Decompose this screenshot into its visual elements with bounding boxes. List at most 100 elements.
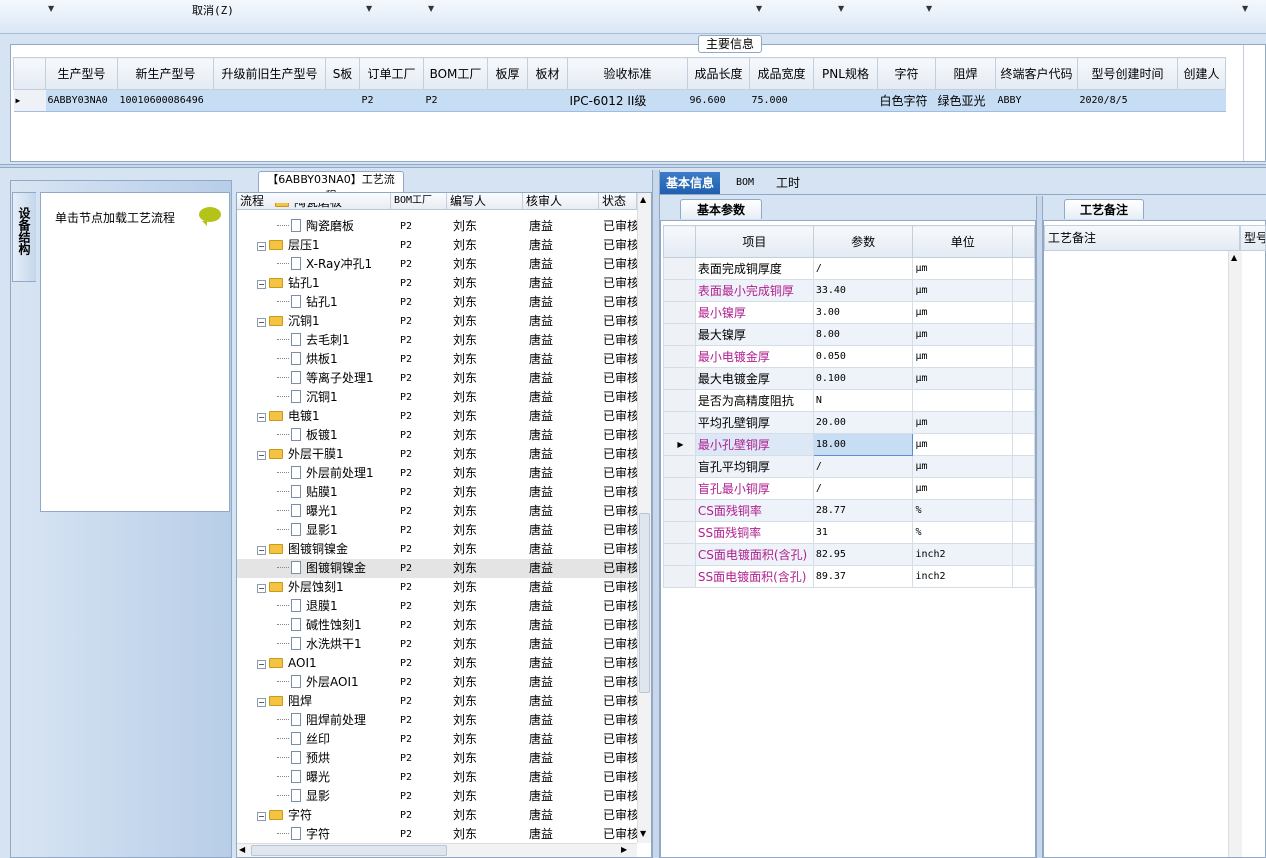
table-cell[interactable]: 96.600 — [687, 89, 750, 112]
side-tab-equipment-structure[interactable]: 设备结构 — [12, 192, 36, 282]
tree-row[interactable]: 外层AOI1 P2 刘东 唐益 已审核 — [237, 673, 637, 692]
table-cell[interactable] — [487, 89, 528, 112]
dropdown-arrow-icon[interactable]: ▼ — [1242, 4, 1248, 13]
tree-row[interactable]: − 字符 P2 刘东 唐益 已审核 — [237, 806, 637, 825]
dropdown-arrow-icon[interactable]: ▼ — [48, 4, 54, 13]
param-row[interactable]: 盲孔最小铜厚 / μm — [663, 477, 1035, 500]
tree-row[interactable]: 钻孔1 P2 刘东 唐益 已审核 — [237, 293, 637, 312]
column-header[interactable]: 生产型号 — [45, 57, 118, 90]
tree-row[interactable]: 显影1 P2 刘东 唐益 已审核 — [237, 521, 637, 540]
dropdown-arrow-icon[interactable]: ▼ — [428, 4, 434, 13]
param-value[interactable]: 82.95 — [812, 543, 914, 566]
tree-row[interactable]: − AOI1 P2 刘东 唐益 已审核 — [237, 654, 637, 673]
param-column-header[interactable]: 项目 — [694, 225, 814, 258]
vertical-splitter-left[interactable] — [652, 170, 660, 858]
vertical-splitter-right[interactable] — [1036, 196, 1043, 858]
column-header[interactable]: PNL规格 — [813, 57, 878, 90]
scroll-right-arrow-icon[interactable]: ▶ — [621, 845, 627, 854]
horizontal-scrollbar[interactable]: ◀ ▶ — [237, 843, 637, 857]
tree-row[interactable]: 板镀1 P2 刘东 唐益 已审核 — [237, 426, 637, 445]
tab-work-hours[interactable]: 工时 — [770, 172, 806, 194]
tree-row-partial[interactable]: 陶瓷磨板 — [237, 203, 637, 211]
param-value[interactable]: 33.40 — [812, 279, 914, 302]
collapse-icon[interactable]: − — [257, 698, 266, 707]
tab-basic-info[interactable]: 基本信息 — [660, 172, 721, 194]
param-value[interactable]: 31 — [812, 521, 914, 544]
table-cell[interactable]: 6ABBY03NA0 — [45, 89, 118, 112]
tab-process-notes[interactable]: 工艺备注 — [1064, 199, 1144, 219]
table-cell[interactable]: 白色字符 — [877, 89, 936, 112]
table-cell[interactable]: P2 — [359, 89, 424, 112]
scroll-thumb-h[interactable] — [251, 845, 447, 856]
param-column-header[interactable]: 单位 — [912, 225, 1014, 258]
tree-row[interactable]: 丝印 P2 刘东 唐益 已审核 — [237, 730, 637, 749]
tree-row[interactable]: 去毛刺1 P2 刘东 唐益 已审核 — [237, 331, 637, 350]
table-cell[interactable] — [213, 89, 326, 112]
tree-row[interactable]: − 外层干膜1 P2 刘东 唐益 已审核 — [237, 445, 637, 464]
param-column-header[interactable]: 参数 — [812, 225, 914, 258]
tree-row[interactable]: 碱性蚀刻1 P2 刘东 唐益 已审核 — [237, 616, 637, 635]
param-value[interactable]: 28.77 — [812, 499, 914, 522]
tree-row[interactable]: − 外层蚀刻1 P2 刘东 唐益 已审核 — [237, 578, 637, 597]
param-value[interactable]: 18.00 — [812, 433, 914, 456]
column-header[interactable]: 阻焊 — [935, 57, 996, 90]
table-row[interactable]: ▶ 6ABBY03NA0 10010600086496 P2 P2 IPC-6012 II… — [13, 89, 1226, 112]
column-header[interactable]: 字符 — [877, 57, 936, 90]
tree-row[interactable]: 字符 P2 刘东 唐益 已审核 — [237, 825, 637, 844]
column-header[interactable]: 型号创建时间 — [1077, 57, 1178, 90]
tree-row[interactable]: 曝光1 P2 刘东 唐益 已审核 — [237, 502, 637, 521]
tree-row[interactable]: 陶瓷磨板 P2 刘东 唐益 已审核 — [237, 217, 637, 236]
tree-row[interactable]: − 层压1 P2 刘东 唐益 已审核 — [237, 236, 637, 255]
tab-bom[interactable]: BOM — [730, 172, 760, 194]
param-row[interactable]: CS面电镀面积(含孔) 82.95 inch2 — [663, 543, 1035, 566]
table-cell[interactable]: 75.000 — [749, 89, 814, 112]
tree-row[interactable]: 等离子处理1 P2 刘东 唐益 已审核 — [237, 369, 637, 388]
param-row[interactable]: 最小电镀金厚 0.050 μm — [663, 345, 1035, 368]
tree-row[interactable]: − 钻孔1 P2 刘东 唐益 已审核 — [237, 274, 637, 293]
param-row[interactable]: 最大电镀金厚 0.100 μm — [663, 367, 1035, 390]
param-row[interactable]: 是否为高精度阻抗 N — [663, 389, 1035, 412]
dropdown-arrow-icon[interactable]: ▼ — [838, 4, 844, 13]
param-row[interactable]: ▶ 最小孔壁铜厚 18.00 μm — [663, 433, 1035, 456]
param-row[interactable]: 表面完成铜厚度 / μm — [663, 257, 1035, 280]
param-value[interactable]: 8.00 — [812, 323, 914, 346]
param-value[interactable]: 0.050 — [812, 345, 914, 368]
param-value[interactable]: N — [812, 389, 914, 412]
tree-row[interactable]: − 沉铜1 P2 刘东 唐益 已审核 — [237, 312, 637, 331]
column-header[interactable]: 成品宽度 — [749, 57, 814, 90]
param-value[interactable]: 0.100 — [812, 367, 914, 390]
vertical-scrollbar[interactable]: ▲ ▼ — [637, 193, 651, 843]
column-header[interactable]: 验收标准 — [567, 57, 688, 90]
column-header[interactable]: 创建人 — [1177, 57, 1226, 90]
param-value[interactable]: / — [812, 477, 914, 500]
table-cell[interactable] — [527, 89, 568, 112]
tree-row[interactable]: − 图镀铜镍金 P2 刘东 唐益 已审核 — [237, 540, 637, 559]
param-row[interactable]: 最大镍厚 8.00 μm — [663, 323, 1035, 346]
tree-row[interactable]: 显影 P2 刘东 唐益 已审核 — [237, 787, 637, 806]
column-header[interactable]: 成品长度 — [687, 57, 750, 90]
dropdown-arrow-icon[interactable]: ▼ — [366, 4, 372, 13]
collapse-icon[interactable]: − — [257, 546, 266, 555]
tree-row[interactable]: 预烘 P2 刘东 唐益 已审核 — [237, 749, 637, 768]
table-cell[interactable]: IPC-6012 II级 — [567, 89, 688, 112]
scroll-down-arrow-icon[interactable]: ▼ — [640, 829, 646, 838]
param-row[interactable]: 盲孔平均铜厚 / μm — [663, 455, 1035, 478]
table-cell[interactable]: 10010600086496 — [117, 89, 214, 112]
column-header[interactable]: 板厚 — [487, 57, 528, 90]
column-header[interactable]: 订单工厂 — [359, 57, 424, 90]
param-value[interactable]: 20.00 — [812, 411, 914, 434]
param-row[interactable]: SS面残铜率 31% — [663, 521, 1035, 544]
table-cell[interactable]: 2020/8/5 — [1077, 89, 1178, 112]
table-cell[interactable] — [325, 89, 360, 112]
dropdown-arrow-icon[interactable]: ▼ — [756, 4, 762, 13]
collapse-icon[interactable]: − — [257, 242, 266, 251]
tree-row[interactable]: − 阻焊 P2 刘东 唐益 已审核 — [237, 692, 637, 711]
column-header[interactable]: 新生产型号 — [117, 57, 214, 90]
param-value[interactable]: 89.37 — [812, 565, 914, 588]
table-cell[interactable]: ABBY — [995, 89, 1078, 112]
table-cell[interactable]: P2 — [423, 89, 488, 112]
param-row[interactable]: 平均孔壁铜厚 20.00 μm — [663, 411, 1035, 434]
collapse-icon[interactable]: − — [257, 318, 266, 327]
param-row[interactable]: 最小镍厚 3.00 μm — [663, 301, 1035, 324]
table-cell[interactable] — [813, 89, 878, 112]
